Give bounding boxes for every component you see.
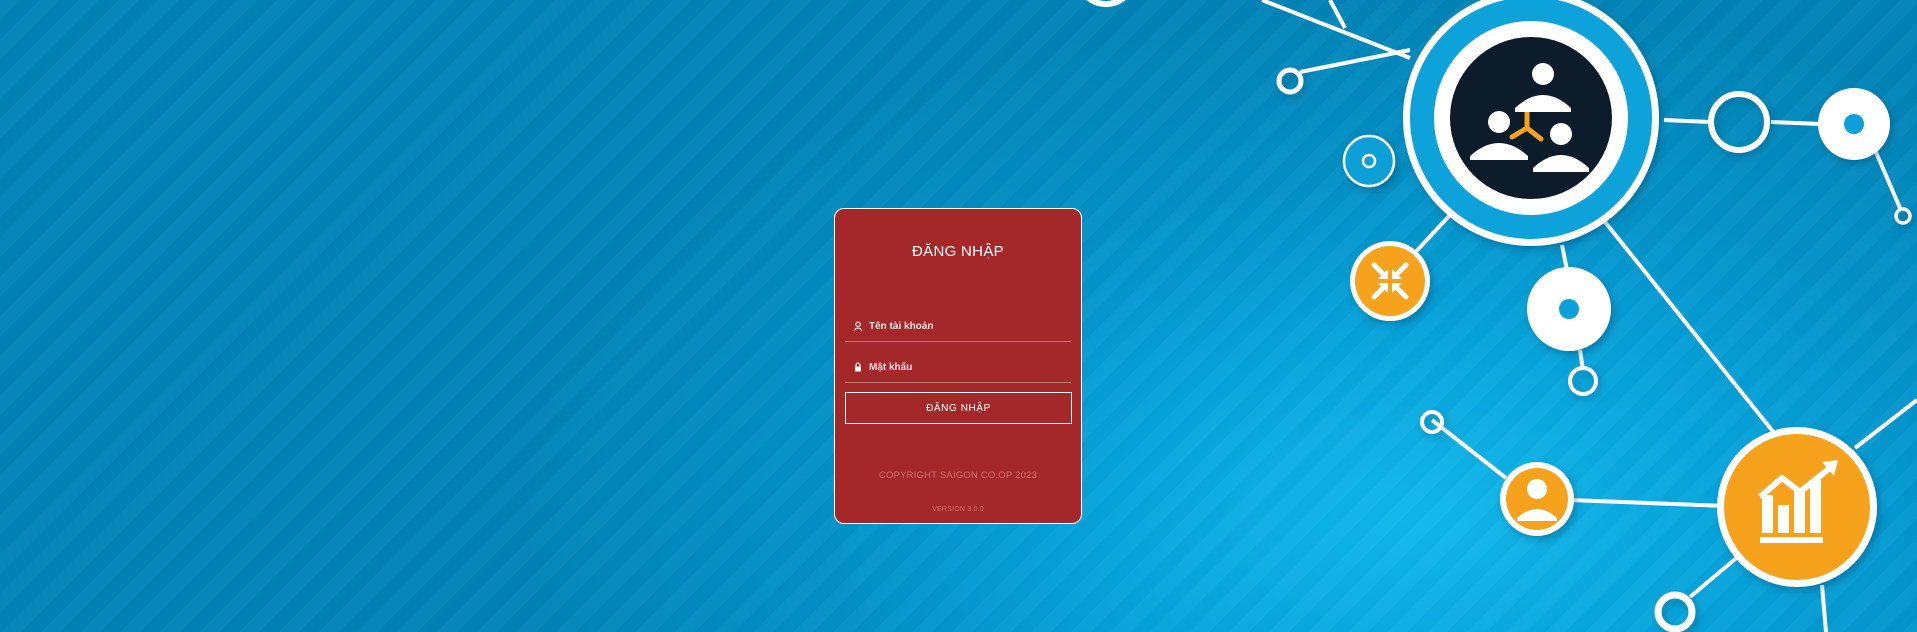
compress-arrows-icon — [1350, 241, 1430, 321]
growth-chart-icon — [1717, 427, 1877, 587]
username-field[interactable] — [845, 311, 1071, 342]
login-card: ĐĂNG NHẬP ĐĂNG NHẬP COPYRIGHT SAIGON CO.… — [834, 208, 1082, 524]
user-icon — [851, 319, 865, 333]
login-title: ĐĂNG NHẬP — [912, 243, 1004, 260]
username-input[interactable] — [869, 320, 1059, 332]
team-network-icon — [1403, 0, 1659, 246]
login-button[interactable]: ĐĂNG NHẬP — [845, 392, 1072, 424]
password-input[interactable] — [869, 361, 1059, 373]
copyright-text: COPYRIGHT SAIGON CO.OP 2023 — [878, 470, 1038, 481]
password-field[interactable] — [845, 352, 1071, 383]
version-text: VERSION 3.0.0 — [932, 506, 984, 513]
lock-icon — [851, 360, 865, 374]
person-icon — [1500, 462, 1574, 536]
